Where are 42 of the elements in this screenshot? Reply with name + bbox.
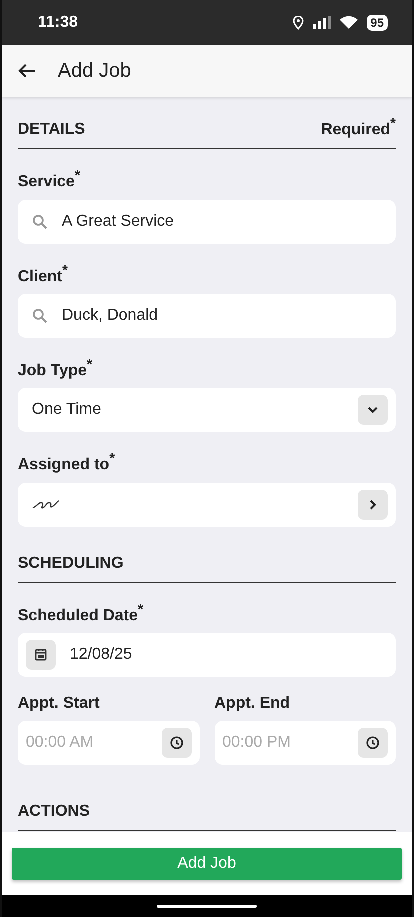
chevron-down-icon bbox=[367, 406, 379, 414]
section-title: ACTIONS bbox=[18, 802, 90, 821]
select-field[interactable]: One Time bbox=[18, 388, 396, 432]
field-label: Appt. Start bbox=[18, 694, 100, 713]
clock-icon bbox=[170, 736, 184, 750]
status-time: 11:38 bbox=[38, 14, 78, 32]
search-icon bbox=[32, 308, 48, 324]
search-icon bbox=[32, 214, 48, 230]
clock-button[interactable] bbox=[358, 728, 388, 758]
calendar-icon bbox=[35, 648, 47, 662]
signal-icon bbox=[312, 16, 331, 29]
clock-button[interactable] bbox=[162, 728, 192, 758]
back-arrow-icon[interactable] bbox=[18, 63, 36, 79]
signature-drawing bbox=[32, 498, 60, 511]
required-note: Required$^{*}$ bbox=[321, 115, 396, 140]
search-field[interactable]: Duck, Donald bbox=[18, 294, 396, 338]
section-title: DETAILS bbox=[18, 121, 86, 140]
location-icon bbox=[292, 16, 304, 30]
field-label: Service$^{*}$ bbox=[18, 167, 80, 192]
section-title: SCHEDULING bbox=[18, 554, 124, 573]
wifi-icon bbox=[340, 16, 358, 29]
field-label: Client$^{*}$ bbox=[18, 262, 68, 286]
battery-level: 95 bbox=[366, 14, 388, 30]
field-placeholder: 00:00 PM bbox=[222, 734, 291, 752]
field-value: One Time bbox=[32, 401, 102, 420]
field-label: Assigned to$^{*}$ bbox=[18, 450, 116, 475]
page-title: Add Job bbox=[58, 60, 132, 82]
calendar-button[interactable] bbox=[26, 640, 56, 670]
field-label: Job Type$^{*}$ bbox=[18, 356, 92, 380]
search-field[interactable]: A Great Service bbox=[18, 200, 396, 244]
field-value: Duck, Donald bbox=[62, 306, 158, 325]
field-label: Scheduled Date$^{*}$ bbox=[18, 600, 144, 625]
dropdown-button[interactable] bbox=[358, 395, 388, 426]
field-placeholder: 00:00 AM bbox=[26, 734, 94, 752]
field-value: A Great Service bbox=[62, 212, 174, 231]
date-field[interactable]: 12/08/25 bbox=[18, 632, 396, 677]
chevron-button[interactable] bbox=[358, 490, 388, 520]
clock-icon bbox=[366, 736, 380, 750]
field-label: Appt. End bbox=[214, 694, 290, 713]
chevron-right-icon bbox=[369, 498, 377, 511]
field-value: 12/08/25 bbox=[70, 646, 132, 664]
picker-field[interactable] bbox=[18, 482, 396, 527]
